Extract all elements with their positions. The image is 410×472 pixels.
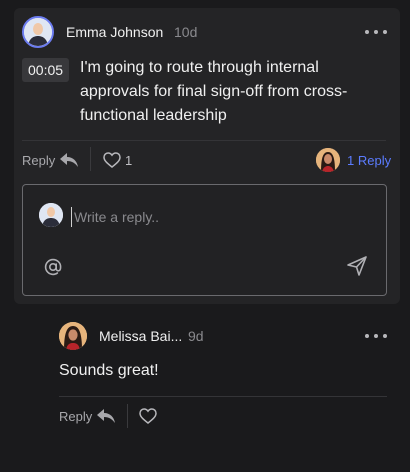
reply-author-avatar-image: [59, 322, 87, 350]
like-count: 1: [125, 153, 133, 168]
reply-arrow-icon[interactable]: [59, 151, 79, 169]
reply-author[interactable]: Melissa Bai...: [99, 328, 182, 344]
reply-author-avatar[interactable]: [59, 322, 87, 350]
at-icon[interactable]: [43, 257, 63, 277]
timestamp-badge[interactable]: 00:05: [22, 58, 70, 82]
reply-avatar-image: [316, 148, 340, 172]
reply-input[interactable]: [71, 207, 351, 227]
action-divider: [127, 404, 128, 428]
avatar-image: [24, 18, 52, 46]
reply-button[interactable]: Reply: [22, 153, 55, 168]
comment-body: I'm going to route through internal appr…: [80, 59, 348, 124]
comment-card: Emma Johnson 10d 00:05 I'm going to rout…: [14, 8, 400, 304]
heart-icon[interactable]: [103, 152, 121, 168]
action-divider: [90, 147, 91, 171]
reply-composer[interactable]: [22, 184, 387, 296]
reply-body: Sounds great!: [59, 362, 159, 379]
reply-time: 9d: [188, 328, 204, 344]
divider: [22, 140, 386, 141]
reply-button[interactable]: Reply: [59, 409, 92, 424]
replies-count-link[interactable]: 1 Reply: [347, 153, 391, 168]
reply-arrow-icon[interactable]: [96, 407, 116, 425]
heart-icon[interactable]: [139, 408, 157, 424]
reply-avatar: [316, 148, 340, 172]
send-icon[interactable]: [346, 255, 368, 277]
comment-time: 10d: [174, 24, 198, 40]
comment-author[interactable]: Emma Johnson: [66, 24, 163, 40]
divider: [59, 396, 387, 397]
more-icon[interactable]: [365, 28, 387, 36]
composer-avatar-image: [39, 203, 63, 227]
more-icon[interactable]: [365, 332, 387, 340]
composer-avatar: [39, 203, 63, 227]
avatar[interactable]: [22, 16, 54, 48]
